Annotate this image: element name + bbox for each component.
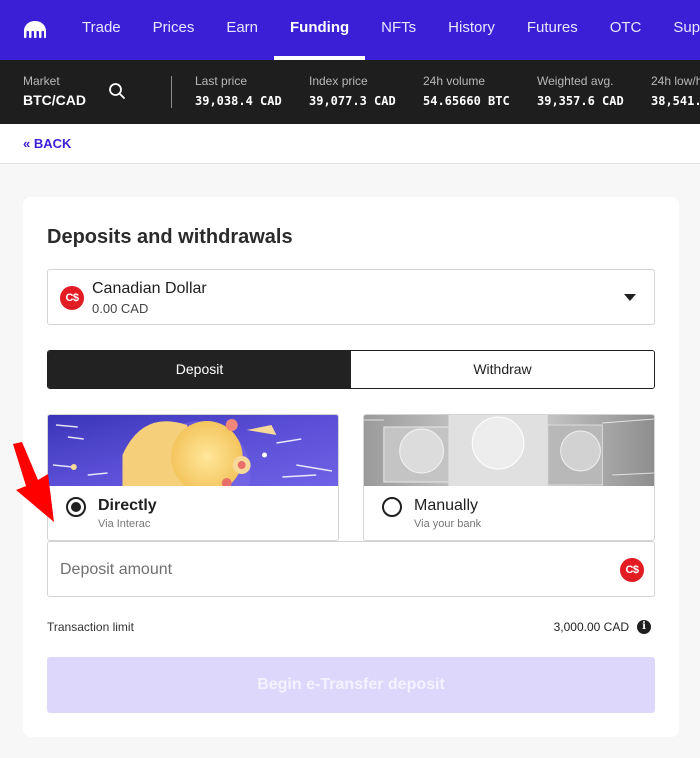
nav-otc[interactable]: OTC (594, 0, 658, 60)
low-high: 24h low/high 38,541. (651, 74, 700, 108)
cad-currency-icon: C$ (620, 558, 644, 582)
lowhigh-value: 38,541. (651, 94, 700, 108)
nav-support[interactable]: Support (657, 0, 700, 60)
market-selector[interactable]: Market BTC/CAD (23, 74, 86, 108)
back-link[interactable]: « BACK (23, 136, 71, 151)
direct-subtitle: Via Interac (98, 518, 151, 530)
market-ticker: Market BTC/CAD Last price 39,038.4 CAD I… (0, 60, 700, 124)
volume: 24h volume 54.65660 BTC (423, 74, 510, 108)
nav-funding[interactable]: Funding (274, 0, 366, 60)
chevron-down-icon (624, 294, 636, 301)
nav-history[interactable]: History (432, 0, 511, 60)
ticker-divider (171, 76, 172, 108)
kraken-logo-icon[interactable] (22, 20, 48, 40)
weighted-value: 39,357.6 CAD (537, 94, 624, 108)
bank-illustration-icon (364, 415, 654, 486)
deposit-amount-input[interactable] (60, 556, 600, 584)
transaction-limit-value: 3,000.00 CAD (553, 620, 629, 634)
deposit-withdraw-tabs: Deposit Withdraw (47, 350, 655, 389)
method-manual-option[interactable]: Manually Via your bank (363, 414, 655, 541)
manual-subtitle: Via your bank (414, 518, 482, 530)
index-price-value: 39,077.3 CAD (309, 94, 396, 108)
nav-futures[interactable]: Futures (511, 0, 594, 60)
top-nav: Trade Prices Earn Funding NFTs History F… (0, 0, 700, 60)
weighted-avg: Weighted avg. 39,357.6 CAD (537, 74, 624, 108)
tab-deposit[interactable]: Deposit (48, 351, 351, 388)
currency-name: Canadian Dollar (92, 280, 207, 297)
direct-title: Directly (98, 497, 157, 514)
index-price-label: Index price (309, 74, 368, 88)
lowhigh-label: 24h low/high (651, 74, 700, 88)
index-price: Index price 39,077.3 CAD (309, 74, 396, 108)
direct-radio[interactable] (66, 497, 86, 517)
currency-balance: 0.00 CAD (92, 301, 149, 316)
tab-withdraw[interactable]: Withdraw (351, 351, 654, 388)
interac-illustration-icon (48, 415, 338, 486)
back-bar: « BACK (0, 124, 700, 164)
nav-trade[interactable]: Trade (66, 0, 137, 60)
volume-label: 24h volume (423, 74, 486, 88)
weighted-label: Weighted avg. (537, 74, 614, 88)
last-price: Last price 39,038.4 CAD (195, 74, 282, 108)
transaction-limit-label: Transaction limit (47, 620, 134, 634)
cad-currency-icon: C$ (60, 286, 84, 310)
market-label: Market (23, 74, 60, 88)
deposit-amount-field: C$ (47, 541, 655, 597)
card-title: Deposits and withdrawals (47, 226, 293, 248)
info-icon[interactable]: i (637, 620, 651, 634)
annotation-arrow-icon (13, 442, 54, 522)
manual-title: Manually (414, 497, 479, 514)
search-icon[interactable] (108, 82, 126, 100)
nav-earn[interactable]: Earn (210, 0, 274, 60)
begin-deposit-button[interactable]: Begin e-Transfer deposit (47, 657, 655, 713)
manual-radio[interactable] (382, 497, 402, 517)
deposits-card: Deposits and withdrawals C$ Canadian Dol… (23, 197, 679, 737)
last-price-value: 39,038.4 CAD (195, 94, 282, 108)
method-direct-option[interactable]: Directly Via Interac (47, 414, 339, 541)
market-value[interactable]: BTC/CAD (23, 92, 86, 108)
volume-value: 54.65660 BTC (423, 94, 510, 108)
nav-nfts[interactable]: NFTs (365, 0, 432, 60)
currency-select[interactable]: C$ Canadian Dollar 0.00 CAD (47, 269, 655, 325)
last-price-label: Last price (195, 74, 248, 88)
nav-prices[interactable]: Prices (137, 0, 211, 60)
